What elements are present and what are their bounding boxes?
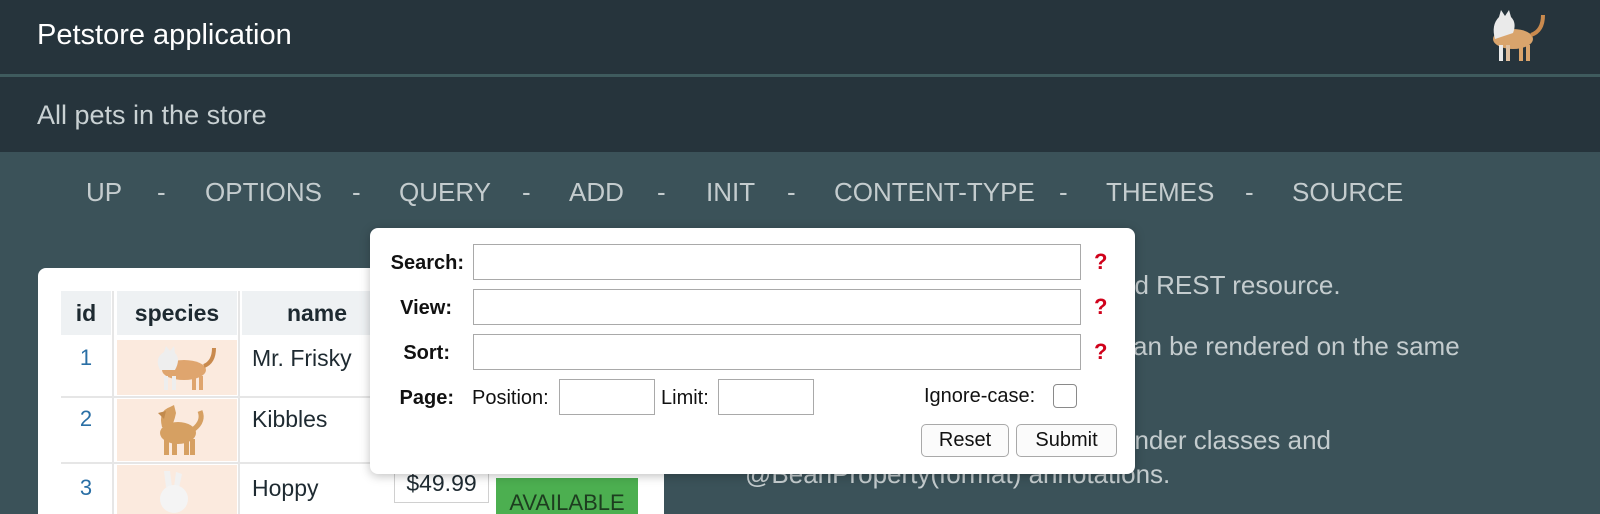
nav-bar: UP - OPTIONS - QUERY - ADD - INIT - CONT… <box>0 152 1600 232</box>
nav-separator: - <box>1245 177 1254 207</box>
cat-icon <box>1493 10 1545 61</box>
pet-id-link[interactable]: 3 <box>61 475 111 501</box>
sort-help-icon[interactable]: ? <box>1094 339 1107 365</box>
rabbit-icon <box>160 471 188 513</box>
nav-link-themes[interactable]: THEMES <box>1106 177 1214 208</box>
species-cell <box>117 399 237 461</box>
description-line-3: ender classes and <box>1120 425 1332 455</box>
pet-name: Kibbles <box>252 406 328 432</box>
sort-input[interactable] <box>473 334 1081 370</box>
nav-separator: - <box>787 177 796 207</box>
reset-button[interactable]: Reset <box>921 424 1009 457</box>
ignore-case-checkbox[interactable] <box>1053 384 1077 408</box>
nav-separator: - <box>1059 177 1068 207</box>
search-help-icon[interactable]: ? <box>1094 249 1107 275</box>
position-label: Position: <box>472 387 549 409</box>
app-title: Petstore application <box>37 19 292 51</box>
nav-link-add[interactable]: ADD <box>569 177 624 208</box>
pet-id-link[interactable]: 2 <box>61 406 111 432</box>
limit-label: Limit: <box>661 387 709 409</box>
page-subheader: All pets in the store <box>0 77 1600 152</box>
column-divider <box>112 291 114 514</box>
app-header: Petstore application <box>0 0 1600 75</box>
nav-separator: - <box>657 177 666 207</box>
view-help-icon[interactable]: ? <box>1094 294 1107 320</box>
nav-link-options[interactable]: OPTIONS <box>205 177 322 208</box>
nav-link-content-type[interactable]: CONTENT-TYPE <box>834 177 1035 208</box>
view-label: View: <box>400 297 452 319</box>
status-badge: AVAILABLE <box>496 478 638 514</box>
description-line-2: can be rendered on the same <box>1120 331 1460 361</box>
page-title: All pets in the store <box>37 100 267 130</box>
position-input[interactable] <box>559 379 655 415</box>
nav-link-query[interactable]: QUERY <box>399 177 491 208</box>
species-cell <box>117 340 237 395</box>
submit-button[interactable]: Submit <box>1016 424 1117 457</box>
page-label: Page: <box>399 387 454 409</box>
nav-separator: - <box>522 177 531 207</box>
sort-label: Sort: <box>403 342 450 364</box>
nav-separator: - <box>157 177 166 207</box>
pet-name: Mr. Frisky <box>252 345 352 371</box>
description-line-1: ed REST resource. <box>1120 270 1341 300</box>
pet-id-link[interactable]: 1 <box>61 345 111 371</box>
search-label: Search: <box>390 252 464 274</box>
species-cell <box>117 465 237 514</box>
column-header-species[interactable]: species <box>117 291 237 335</box>
nav-link-init[interactable]: INIT <box>706 177 755 208</box>
nav-link-source[interactable]: SOURCE <box>1292 177 1403 208</box>
nav-link-up[interactable]: UP <box>86 177 122 208</box>
dog-icon <box>158 405 204 455</box>
limit-input[interactable] <box>718 379 814 415</box>
view-input[interactable] <box>473 289 1081 325</box>
search-input[interactable] <box>473 244 1081 280</box>
column-header-id[interactable]: id <box>61 291 111 335</box>
query-popup: Search: ? View: ? Sort: ? Page: Position… <box>370 228 1135 474</box>
pet-name: Hoppy <box>252 475 319 501</box>
cat-icon <box>157 346 216 390</box>
column-divider <box>238 291 240 514</box>
nav-separator: - <box>352 177 361 207</box>
ignore-case-label: Ignore-case: <box>924 385 1036 407</box>
